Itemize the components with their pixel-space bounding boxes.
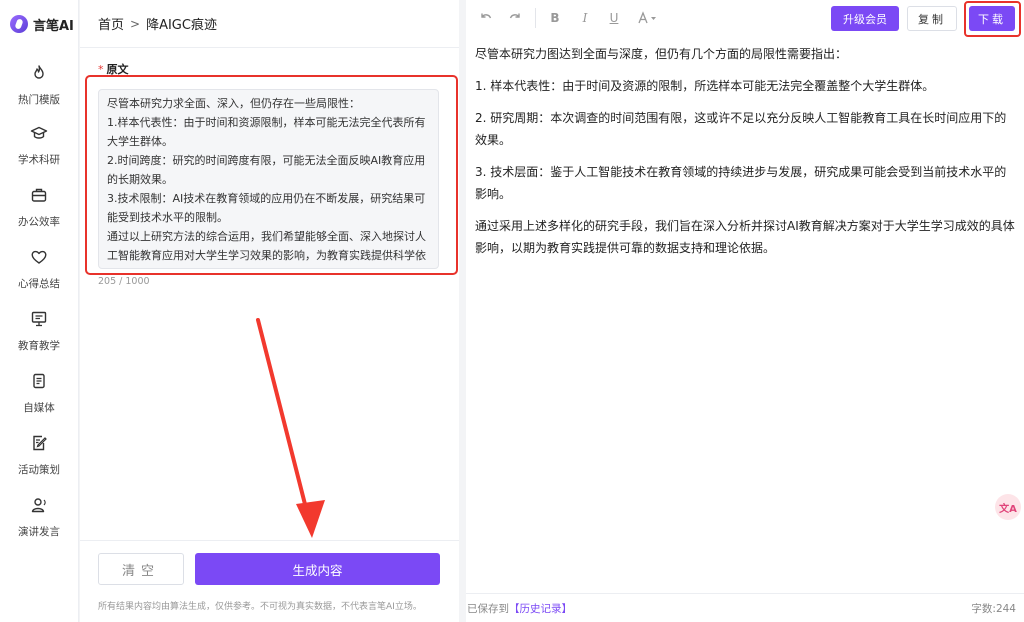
breadcrumb-current: 降AIGC痕迹 [146,18,217,33]
sidebar-item-media[interactable]: 自媒体 [0,372,78,415]
bold-icon[interactable]: B [546,9,564,27]
history-link[interactable]: 【历史记录】 [509,603,572,615]
source-text-label: * 原文 [98,61,129,77]
sidebar-item-label: 学术科研 [18,154,60,166]
output-paragraph: 2. 研究周期：本次调查的时间范围有限，这或许不足以充分反映人工智能教育工具在长… [475,111,1007,147]
sidebar-item-speech[interactable]: 演讲发言 [0,496,78,539]
font-color-icon[interactable] [636,9,660,27]
editor-toolbar: B I U 升级会员 复制 下载 [466,0,1024,36]
source-paragraph: 1.样本代表性：由于时间和资源限制，样本可能无法完全代表所有大学生群体。 [107,116,426,148]
source-paragraph: 2.时间跨度：研究的时间跨度有限，可能无法全面反映AI教育应用的长期效果。 [107,154,426,186]
sidebar-item-label: 自媒体 [23,402,55,414]
output-paragraph: 通过采用上述多样化的研究手段，我们旨在深入分析并探讨AI教育解决方案对于大学生学… [475,219,1015,255]
sidebar-item-events[interactable]: 活动策划 [0,434,78,477]
source-paragraph: 尽管本研究力求全面、深入，但仍存在一些局限性： [107,97,360,110]
sidebar-item-label: 心得总结 [18,278,60,290]
document-icon [33,373,45,389]
required-mark: * [98,63,104,76]
sidebar-item-hot-templates[interactable]: 热门模版 [0,64,78,107]
output-footer: 已保存到【历史记录】 字数:244 [466,593,1024,622]
toolbar-divider [535,8,536,28]
output-panel: B I U 升级会员 复制 下载 尽管本研究力图达到全面与深度，但仍有几个方面的… [466,0,1024,622]
sidebar-item-summary[interactable]: 心得总结 [0,248,78,291]
character-counter: 205 / 1000 [98,276,150,287]
source-text-input[interactable]: 尽管本研究力求全面、深入，但仍存在一些局限性： 1.样本代表性：由于时间和资源限… [98,89,439,269]
logo-icon [10,15,28,33]
download-button[interactable]: 下载 [969,6,1015,31]
sidebar-item-label: 活动策划 [18,464,60,476]
sidebar-item-label: 演讲发言 [18,526,60,538]
logo[interactable]: 言笔AI [10,12,74,36]
logo-text: 言笔AI [33,18,74,34]
input-panel: 首页 > 降AIGC痕迹 * 原文 尽管本研究力求全面、深入，但仍存在一些局限性：… [80,0,459,622]
breadcrumb-separator: > [130,16,141,31]
sidebar-item-academic[interactable]: 学术科研 [0,124,78,167]
word-count: 字数:244 [971,603,1016,615]
sidebar-item-label: 办公效率 [18,216,60,228]
graduation-cap-icon [30,126,48,139]
sidebar-item-label: 教育教学 [18,340,60,352]
header-divider [80,47,459,48]
breadcrumb: 首页 > 降AIGC痕迹 [98,14,217,34]
source-paragraph: 通过以上研究方法的综合运用，我们希望能够全面、深入地探讨人工智能教育应用对大学生… [107,230,426,262]
undo-icon[interactable] [477,9,495,27]
sidebar: 言笔AI 热门模版 学术科研 办公效率 心得总结 教育教学 自媒体 活动策划 演… [0,0,79,622]
source-text-label-text: 原文 [106,63,129,76]
redo-icon[interactable] [506,9,524,27]
output-paragraph: 3. 技术层面：鉴于人工智能技术在教育领域的持续进步与发展，研究成果可能会受到当… [475,165,1007,201]
source-paragraph: 3.技术限制：AI技术在教育领域的应用仍在不断发展，研究结果可能受到技术水平的限… [107,192,426,224]
heart-icon [31,250,47,264]
breadcrumb-home[interactable]: 首页 [98,14,124,33]
edit-note-icon [33,435,47,451]
disclaimer-text: 所有结果内容均由算法生成，仅供参考。不可视为真实数据，不代表言笔AI立场。 [98,602,422,612]
copy-button[interactable]: 复制 [907,6,957,31]
output-paragraph: 尽管本研究力图达到全面与深度，但仍有几个方面的局限性需要指出： [475,47,848,61]
saved-status: 已保存到【历史记录】 [467,601,572,616]
sidebar-item-office[interactable]: 办公效率 [0,186,78,229]
briefcase-icon [31,188,47,202]
presentation-icon [31,311,47,327]
speaker-user-icon [31,498,46,513]
flame-icon [34,65,44,79]
underline-icon[interactable]: U [605,9,623,27]
upgrade-membership-button[interactable]: 升级会员 [831,6,899,31]
sidebar-item-education[interactable]: 教育教学 [0,310,78,353]
clear-button[interactable]: 清空 [98,553,184,585]
generated-output[interactable]: 尽管本研究力图达到全面与深度，但仍有几个方面的局限性需要指出： 1. 样本代表性… [475,43,1015,269]
app-root: 言笔AI 热门模版 学术科研 办公效率 心得总结 教育教学 自媒体 活动策划 演… [0,0,1024,622]
output-paragraph: 1. 样本代表性：由于时间及资源的限制，所选样本可能无法完全覆盖整个大学生群体。 [475,79,935,93]
saved-prefix: 已保存到 [467,603,509,615]
generate-button[interactable]: 生成内容 [195,553,440,585]
action-bar: 清空 生成内容 所有结果内容均由算法生成，仅供参考。不可视为真实数据，不代表言笔… [80,540,459,622]
italic-icon[interactable]: I [576,9,594,27]
translate-icon[interactable]: 文A [995,494,1021,520]
sidebar-item-label: 热门模版 [18,94,60,106]
